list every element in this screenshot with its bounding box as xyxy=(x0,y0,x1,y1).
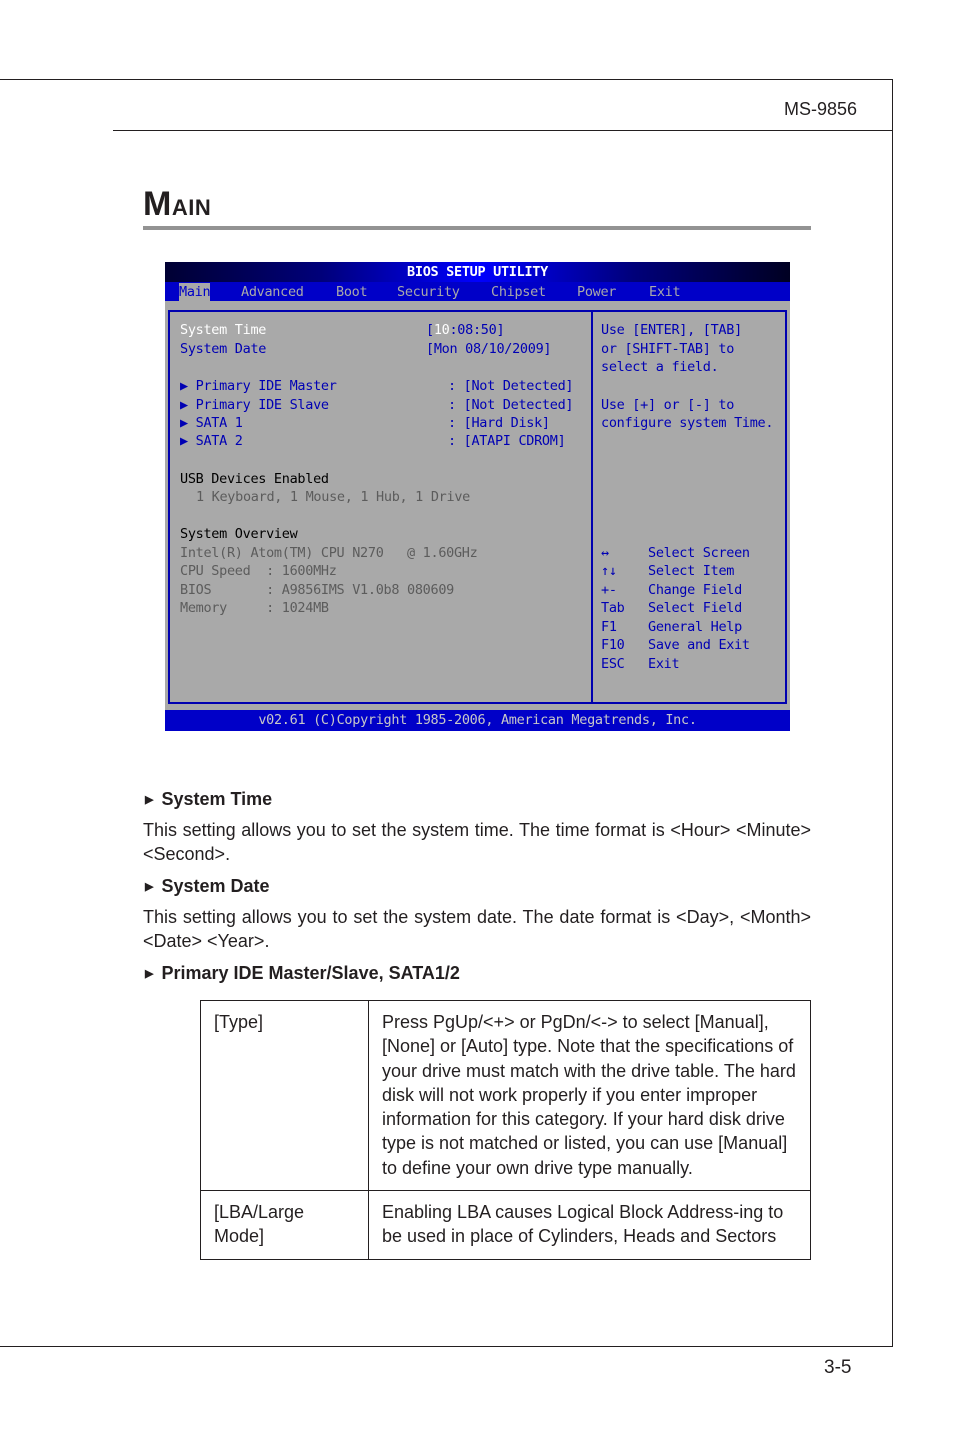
subheading-system-time: ▶ System Time xyxy=(145,789,272,810)
key-action: Save and Exit xyxy=(648,637,750,653)
bios-main-panel: System Time [10:08:50] System Date [Mon … xyxy=(168,310,593,704)
system-date-label[interactable]: System Date xyxy=(180,340,266,358)
subheading-text: Primary IDE Master/Slave, SATA1/2 xyxy=(161,963,460,983)
overview-cpu: Intel(R) Atom(TM) CPU N270 @ 1.60GHz xyxy=(180,545,478,561)
drive-label: SATA 1 xyxy=(195,415,243,431)
system-time-value[interactable]: [10:08:50] xyxy=(426,321,505,339)
drive-label: SATA 2 xyxy=(195,433,243,449)
overview-line: CPU Speed : 1600MHz xyxy=(180,563,337,579)
section-title: MAIN xyxy=(143,185,211,224)
top-rule xyxy=(0,79,893,80)
system-date-value[interactable]: [Mon 08/10/2009] xyxy=(426,340,552,358)
bios-copyright-bar: v02.61 (C)Copyright 1985-2006, American … xyxy=(165,710,790,731)
section-title-rest: AIN xyxy=(171,195,212,220)
help-line: Use [+] or [-] to xyxy=(601,397,735,413)
overview-line: BIOS : A9856IMS V1.0b8 080609 xyxy=(180,582,454,598)
key-esc: ESC xyxy=(601,656,625,672)
key-action: Change Field xyxy=(648,582,742,598)
subheading-system-date: ▶ System Date xyxy=(145,876,270,897)
bios-tab-power[interactable]: Power xyxy=(577,283,616,301)
help-line: or [SHIFT-TAB] to xyxy=(601,341,735,357)
usb-devices: 1 Keyboard, 1 Mouse, 1 Hub, 1 Drive xyxy=(196,489,470,505)
overview-heading: System Overview xyxy=(180,526,298,542)
system-time-hour[interactable]: 10 xyxy=(434,322,450,338)
key-tab: Tab xyxy=(601,600,625,616)
section-title-underline xyxy=(143,226,811,230)
drive-value: : [Not Detected] xyxy=(448,397,574,413)
subheading-ide-sata: ▶ Primary IDE Master/Slave, SATA1/2 xyxy=(145,963,460,984)
key-action: Exit xyxy=(648,656,680,672)
section-title-initial: M xyxy=(143,185,172,223)
key-up-down-icon: ↑↓ xyxy=(601,563,617,579)
drive-value: : [ATAPI CDROM] xyxy=(448,433,566,449)
bios-tab-chipset[interactable]: Chipset xyxy=(491,283,546,301)
key-action: General Help xyxy=(648,619,742,635)
drive-value: : [Hard Disk] xyxy=(448,415,550,431)
usb-heading: USB Devices Enabled xyxy=(180,471,329,487)
submenu-arrow-icon: ▶ xyxy=(180,415,196,431)
paragraph-system-time: This setting allows you to set the syste… xyxy=(143,820,811,864)
bullet-triangle-icon: ▶ xyxy=(145,881,154,893)
key-f1: F1 xyxy=(601,619,617,635)
help-line: select a field. xyxy=(601,359,719,375)
drive-value: : [Not Detected] xyxy=(448,378,574,394)
drive-item[interactable]: ▶ SATA 2 xyxy=(180,432,243,450)
key-f10: F10 xyxy=(601,637,625,653)
bullet-triangle-icon: ▶ xyxy=(145,794,154,806)
drive-item[interactable]: ▶ Primary IDE Slave xyxy=(180,396,329,414)
key-action: Select Screen xyxy=(648,545,750,561)
bullet-triangle-icon: ▶ xyxy=(145,968,154,980)
right-margin-rule xyxy=(892,79,893,1347)
option-description: Enabling LBA causes Logical Block Addres… xyxy=(368,1190,811,1260)
help-line: configure system Time. xyxy=(601,415,774,431)
key-action: Select Field xyxy=(648,600,742,616)
bios-tab-security[interactable]: Security xyxy=(397,283,460,301)
system-time-minsec: :08:50] xyxy=(449,322,505,338)
bios-help-panel: Use [ENTER], [TAB] or [SHIFT-TAB] to sel… xyxy=(591,310,787,704)
drive-item[interactable]: ▶ SATA 1 xyxy=(180,414,243,432)
subheading-text: System Time xyxy=(161,789,273,809)
subheading-text: System Date xyxy=(161,876,270,896)
header-rule xyxy=(113,130,893,131)
drive-item[interactable]: ▶ Primary IDE Master xyxy=(180,377,337,395)
drive-label: Primary IDE Slave xyxy=(195,397,329,413)
submenu-arrow-icon: ▶ xyxy=(180,378,196,394)
bios-screen: BIOS SETUP UTILITY Main Advanced Boot Se… xyxy=(165,262,790,731)
key-plus-minus: +- xyxy=(601,582,617,598)
bios-tab-boot[interactable]: Boot xyxy=(336,283,368,301)
bios-title-bar: BIOS SETUP UTILITY xyxy=(165,262,790,282)
table-row: [Type] Press PgUp/<+> or PgDn/<-> to sel… xyxy=(200,999,811,1192)
key-left-right-icon: ↔ xyxy=(601,545,609,561)
table-row: [LBA/Large Mode] Enabling LBA causes Log… xyxy=(200,1190,811,1260)
page-number: 3-5 xyxy=(824,1357,852,1378)
model-number: MS-9856 xyxy=(783,99,857,119)
system-time-label[interactable]: System Time xyxy=(180,321,266,339)
option-description: Press PgUp/<+> or PgDn/<-> to select [Ma… xyxy=(368,999,811,1192)
option-description-table: [Type] Press PgUp/<+> or PgDn/<-> to sel… xyxy=(200,999,811,1260)
bios-tab-exit[interactable]: Exit xyxy=(649,283,681,301)
help-line: Use [ENTER], [TAB] xyxy=(601,322,742,338)
submenu-arrow-icon: ▶ xyxy=(180,433,196,449)
submenu-arrow-icon: ▶ xyxy=(180,397,196,413)
option-name: [Type] xyxy=(200,999,369,1192)
drive-label: Primary IDE Master xyxy=(195,378,337,394)
paragraph-system-date: This setting allows you to set the syste… xyxy=(143,907,811,951)
option-name: [LBA/Large Mode] xyxy=(200,1190,369,1260)
bios-tab-advanced[interactable]: Advanced xyxy=(241,283,304,301)
overview-line: Memory : 1024MB xyxy=(180,600,329,616)
bios-tab-main[interactable]: Main xyxy=(179,283,211,301)
bios-menu-bar: Main Advanced Boot Security Chipset Powe… xyxy=(165,282,790,301)
key-action: Select Item xyxy=(648,563,735,579)
system-time-bracket: [ xyxy=(426,322,434,338)
bottom-rule xyxy=(0,1346,893,1347)
